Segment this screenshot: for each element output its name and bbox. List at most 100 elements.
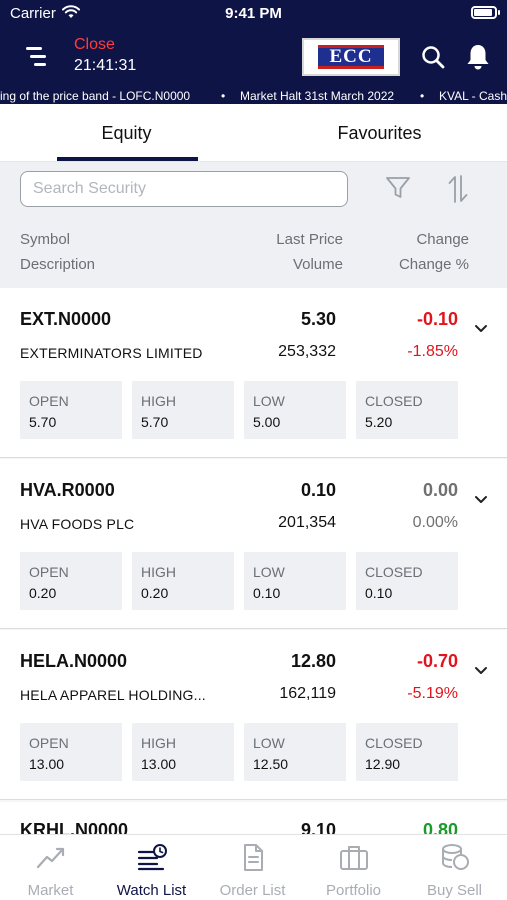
chevron-down-icon[interactable]	[474, 324, 488, 334]
stat-value: 5.20	[365, 414, 393, 430]
coins-icon	[442, 844, 469, 870]
last-price: 5.30	[300, 309, 336, 329]
stat-value: 0.10	[253, 585, 281, 601]
stat-closed: CLOSED 5.20	[356, 381, 458, 439]
ticker-separator: •	[221, 89, 226, 103]
column-headers: Symbol Description Last Price Volume Cha…	[0, 216, 507, 288]
security-symbol: HELA.N0000	[20, 651, 128, 671]
header-description: Description	[20, 256, 96, 273]
stat-label: HIGH	[141, 564, 176, 580]
stat-label: HIGH	[141, 735, 176, 751]
stat-closed: CLOSED 0.10	[356, 552, 458, 610]
header-change: Change	[416, 231, 469, 248]
nav-portfolio[interactable]: Portfolio	[303, 835, 404, 900]
status-time: 9:41 PM	[225, 5, 282, 22]
menu-icon-line	[34, 63, 46, 66]
menu-icon-line	[30, 55, 46, 58]
security-list: EXT.N0000 EXTERMINATORS LIMITED 5.30 253…	[0, 288, 507, 834]
stat-open: OPEN 0.20	[20, 552, 122, 610]
stat-label: OPEN	[29, 564, 69, 580]
change-value: -0.10	[416, 309, 458, 329]
chevron-down-icon[interactable]	[474, 666, 488, 676]
tab-equity[interactable]: Equity	[0, 104, 253, 162]
security-row[interactable]: HELA.N0000 HELA APPAREL HOLDING... 12.80…	[0, 630, 507, 800]
menu-button[interactable]	[24, 44, 50, 68]
stat-value: 5.70	[141, 414, 169, 430]
change-percent: -1.85%	[407, 343, 458, 360]
stat-label: HIGH	[141, 393, 176, 409]
nav-watch-list[interactable]: Watch List	[101, 835, 202, 900]
security-row[interactable]: EXT.N0000 EXTERMINATORS LIMITED 5.30 253…	[0, 288, 507, 458]
header-volume: Volume	[292, 256, 343, 273]
status-bar: Carrier 9:41 PM	[0, 0, 507, 28]
stat-label: LOW	[253, 393, 285, 409]
stat-low: LOW 12.50	[244, 723, 346, 781]
nav-label: Watch List	[116, 882, 187, 899]
change-value: 0.80	[422, 820, 458, 834]
chevron-down-icon[interactable]	[474, 495, 488, 505]
filter-icon[interactable]	[385, 175, 411, 201]
security-description: HVA FOODS PLC	[20, 516, 135, 532]
ticker-item: KVAL - Cash	[439, 89, 507, 103]
menu-icon-line	[26, 47, 42, 50]
active-tab-indicator	[57, 157, 198, 161]
security-description: EXTERMINATORS LIMITED	[20, 345, 203, 361]
header-change-pct: Change %	[398, 256, 469, 273]
stat-open: OPEN 5.70	[20, 381, 122, 439]
stat-value: 5.70	[29, 414, 57, 430]
news-ticker: ing of the price band - LOFC.N0000 • Mar…	[0, 87, 507, 105]
last-price: 9.10	[300, 820, 336, 834]
change-value: 0.00	[422, 480, 458, 500]
security-row[interactable]: HVA.R0000 HVA FOODS PLC 0.10 201,354 0.0…	[0, 459, 507, 629]
market-clock: 21:41:31	[74, 57, 137, 74]
nav-market[interactable]: Market	[0, 835, 101, 900]
stat-value: 0.20	[29, 585, 57, 601]
search-icon[interactable]	[421, 45, 445, 69]
stat-value: 12.50	[253, 756, 289, 772]
change-percent: 0.00%	[412, 514, 458, 531]
sort-icon[interactable]	[446, 173, 470, 205]
stat-value: 5.00	[253, 414, 281, 430]
ticker-separator: •	[420, 89, 425, 103]
ticker-item: Market Halt 31st March 2022	[240, 89, 395, 103]
stat-low: LOW 0.10	[244, 552, 346, 610]
stat-high: HIGH 13.00	[132, 723, 234, 781]
briefcase-icon	[340, 846, 368, 870]
stat-high: HIGH 0.20	[132, 552, 234, 610]
watchlist-screen: Carrier 9:41 PM Close 21:41:31 ECC ing o…	[0, 0, 507, 900]
watchlist-tabs: Equity Favourites	[0, 104, 507, 162]
security-symbol: KRHL.N0000	[20, 820, 129, 834]
security-symbol: EXT.N0000	[20, 309, 112, 329]
nav-order-list[interactable]: Order List	[202, 835, 303, 900]
stat-value: 0.20	[141, 585, 169, 601]
last-price: 12.80	[290, 651, 336, 671]
battery-icon	[471, 6, 500, 19]
security-row[interactable]: KRHL.N0000 9.10 0.80	[0, 802, 507, 834]
nav-label: Order List	[219, 882, 286, 899]
stat-label: CLOSED	[365, 564, 423, 580]
stat-value: 13.00	[141, 756, 177, 772]
nav-label: Portfolio	[325, 882, 382, 899]
nav-buy-sell[interactable]: Buy Sell	[404, 835, 505, 900]
nav-label: Market	[27, 882, 74, 899]
stat-label: OPEN	[29, 393, 69, 409]
app-header: Carrier 9:41 PM Close 21:41:31 ECC ing o…	[0, 0, 507, 104]
search-security-input[interactable]	[20, 171, 348, 207]
notification-bell-icon[interactable]	[465, 43, 491, 71]
watchlist-clock-icon	[137, 844, 167, 871]
stat-high: HIGH 5.70	[132, 381, 234, 439]
stat-label: LOW	[253, 564, 285, 580]
nav-label: Buy Sell	[426, 882, 483, 899]
security-description: HELA APPAREL HOLDING...	[20, 687, 206, 703]
market-status: Close	[74, 36, 115, 53]
last-price: 0.10	[300, 480, 336, 500]
tab-favourites[interactable]: Favourites	[253, 104, 506, 162]
change-percent: -5.19%	[407, 685, 458, 702]
change-value: -0.70	[416, 651, 458, 671]
logo-text: ECC	[329, 46, 373, 67]
document-icon	[244, 844, 263, 871]
stat-label: CLOSED	[365, 393, 423, 409]
bottom-navigation: Market Watch List Order List Portfolio B…	[0, 834, 507, 900]
header-symbol: Symbol	[20, 231, 71, 248]
stat-label: OPEN	[29, 735, 69, 751]
